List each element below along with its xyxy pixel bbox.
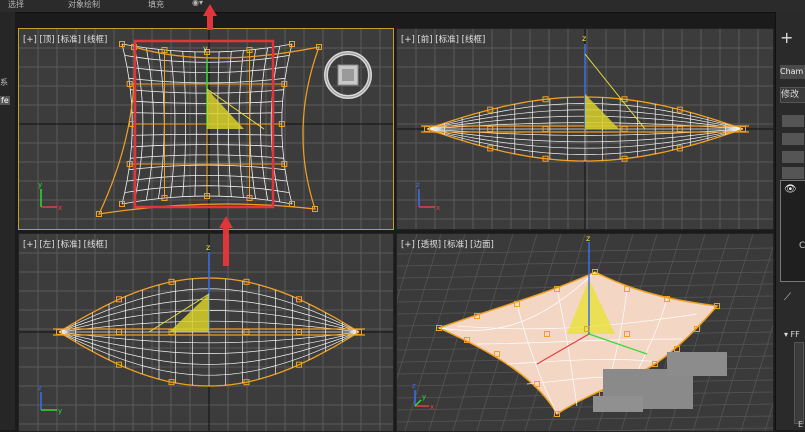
command-panel: + Cham 修改 👁 C ⟋ ▾ FF E [775,12,805,430]
svg-text:z: z [206,243,210,252]
rollout-header[interactable]: ▾ FF [784,330,800,339]
viewport-front[interactable]: [+] [前] [标准] [线框] z z x [396,28,774,230]
axis-tripod-perspective: z x y [412,382,434,411]
left-view-scene: z z y [19,234,393,431]
svg-text:y: y [38,181,42,189]
viewport-perspective[interactable]: [+] [透视] [标准] [边面] z z x y [396,233,774,432]
axis-tripod-top: y x [38,181,62,212]
svg-text:z: z [416,181,420,189]
viewport-label-top[interactable]: [+] [顶] [标准] [线框] [23,33,107,45]
svg-text:y: y [203,44,208,53]
viewport-label-perspective[interactable]: [+] [透视] [标准] [边面] [401,238,494,250]
svg-text:z: z [582,34,586,43]
viewport-label-left[interactable]: [+] [左] [标准] [线框] [23,238,107,250]
front-view-scene: z z x [397,29,773,229]
object-name-field[interactable]: Cham [780,65,805,79]
svg-text:z: z [38,384,42,392]
svg-text:y: y [422,393,426,401]
eye-icon[interactable]: 👁 [784,184,797,195]
modifier-stack[interactable]: 👁 C [780,180,805,282]
menu-item-object-paint[interactable]: 对象绘制 [68,0,100,10]
left-strip: 系 fe [0,12,15,430]
panel-scrollbar[interactable] [794,342,804,424]
axis-tripod-front: z x [416,181,440,212]
viewcube [324,51,372,99]
viewport-top[interactable]: [+] [顶] [标准] [线框] y y x [18,28,394,230]
panel-button[interactable] [782,133,804,145]
perspective-scene: z z x y [397,234,773,431]
left-strip-item-selected[interactable]: fe [0,96,10,105]
panel-button[interactable] [782,115,804,127]
left-strip-item[interactable]: 系 [0,77,8,88]
panel-label-e: E [798,420,804,429]
pin-icon[interactable]: ⟋ [784,292,791,303]
top-menu-bar: 选择 对象绘制 填充 ◉▾ [0,0,805,13]
panel-button[interactable] [782,167,804,179]
svg-text:z: z [412,382,416,390]
pivot-gizmo-left: z [148,243,210,333]
modifier-list-dropdown[interactable]: 修改 [780,87,805,103]
axis-tripod-left: z y [38,384,62,415]
viewport-left[interactable]: [+] [左] [标准] [线框] z z y [18,233,394,432]
stack-item-label[interactable]: C [799,241,805,251]
viewport-label-front[interactable]: [+] [前] [标准] [线框] [401,33,485,45]
svg-text:x: x [436,204,440,212]
svg-text:y: y [58,407,62,415]
menu-item-fill[interactable]: 填充 [148,0,164,10]
svg-text:x: x [58,204,62,212]
create-tab-icon[interactable]: + [780,28,793,47]
svg-text:x: x [430,403,434,411]
svg-text:z: z [586,234,590,243]
panel-button[interactable] [782,151,804,163]
menu-item-select[interactable]: 选择 [8,0,24,10]
dropdown-icon[interactable]: ◉▾ [192,0,203,7]
top-view-scene: y y x [19,29,393,229]
